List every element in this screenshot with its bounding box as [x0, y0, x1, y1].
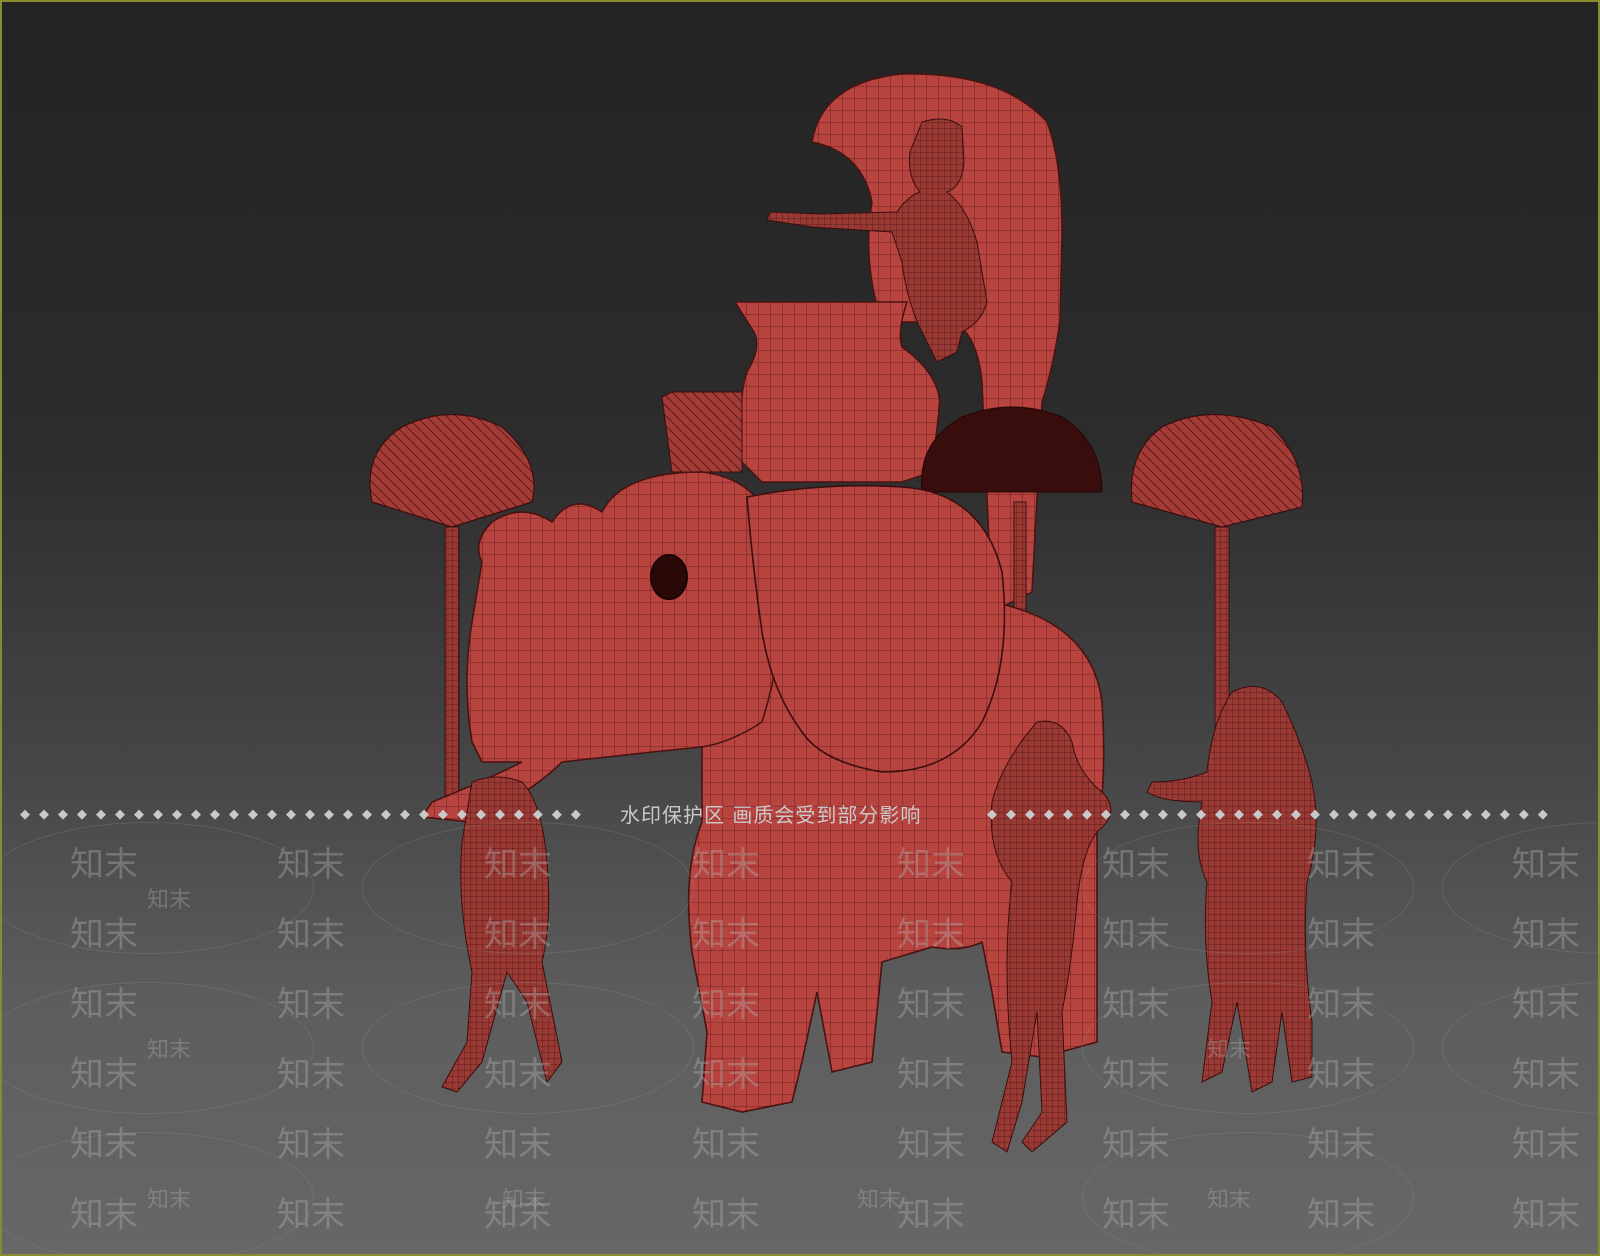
- watermark-brand-tile: 知末: [484, 985, 552, 1025]
- watermark-brand-tile: 知末: [1102, 1125, 1170, 1165]
- watermark-brand-small: 知末: [502, 1188, 547, 1213]
- watermark-brand-tile: 知末: [277, 985, 345, 1025]
- watermark-brand-tile: 知末: [277, 845, 345, 885]
- watermark-brand-tile: 知末: [1307, 1055, 1375, 1095]
- watermark-brand-tile: 知末: [70, 1055, 138, 1095]
- watermark-brand-small: 知末: [147, 1188, 192, 1213]
- watermark-brand-tile: 知末: [1512, 915, 1580, 955]
- vase-howdah: [733, 301, 941, 483]
- watermark-brand-tile: 知末: [692, 1055, 760, 1095]
- watermark-brand-tile: 知末: [484, 1125, 552, 1165]
- watermark-brand-tile: 知末: [897, 985, 965, 1025]
- watermark-brand-tile: 知末: [1102, 1195, 1170, 1235]
- watermark-brand-tile: 知末: [70, 1195, 138, 1235]
- watermark-brand-tile: 知末: [692, 1195, 760, 1235]
- watermark-brand-tile: 知末: [897, 845, 965, 885]
- watermark-brand-tile: 知末: [1307, 1195, 1375, 1235]
- 3d-viewport[interactable]: ◆◆◆◆◆◆◆◆◆◆◆◆◆◆◆◆◆◆◆◆◆◆◆◆◆◆◆◆◆◆ ◆◆◆◆◆◆◆◆◆…: [0, 0, 1600, 1256]
- watermark-dots-left: ◆◆◆◆◆◆◆◆◆◆◆◆◆◆◆◆◆◆◆◆◆◆◆◆◆◆◆◆◆◆: [20, 807, 590, 822]
- watermark-brand-small: 知末: [147, 888, 192, 913]
- watermark-brand-tile: 知末: [70, 1125, 138, 1165]
- watermark-brand-tile: 知末: [277, 1195, 345, 1235]
- watermark-brand-tile: 知末: [692, 1125, 760, 1165]
- watermark-brand-small: 知末: [857, 1188, 902, 1213]
- watermark-brand-tile: 知末: [1102, 845, 1170, 885]
- watermark-brand-tile: 知末: [484, 845, 552, 885]
- watermark-brand-tile: 知末: [484, 1055, 552, 1095]
- watermark-brand-small: 知末: [1207, 1038, 1252, 1063]
- watermark-brand-tile: 知末: [1512, 985, 1580, 1025]
- watermark-notice: 水印保护区 画质会受到部分影响: [620, 803, 922, 827]
- watermark-brand-tile: 知末: [1102, 915, 1170, 955]
- watermark-brand-tile: 知末: [897, 1125, 965, 1165]
- watermark-brand-tile: 知末: [692, 845, 760, 885]
- watermark-brand-tile: 知末: [277, 1055, 345, 1095]
- watermark-brand-tile: 知末: [1512, 1055, 1580, 1095]
- watermark-brand-tile: 知末: [1307, 985, 1375, 1025]
- watermark-brand-tile: 知末: [484, 915, 552, 955]
- watermark-brand-tile: 知末: [692, 985, 760, 1025]
- watermark-brand-tile: 知末: [897, 1055, 965, 1095]
- watermark-brand-tile: 知末: [1307, 915, 1375, 955]
- watermark-brand-tile: 知末: [1512, 1195, 1580, 1235]
- watermark-brand-tile: 知末: [1307, 845, 1375, 885]
- watermark-brand-tile: 知末: [692, 915, 760, 955]
- watermark-brand-small: 知末: [147, 1038, 192, 1063]
- crown-feathers: [661, 391, 743, 473]
- watermark-brand-tile: 知末: [1512, 845, 1580, 885]
- watermark-brand-small: 知末: [1207, 1188, 1252, 1213]
- watermark-brand-tile: 知末: [897, 915, 965, 955]
- watermark-brand-tile: 知末: [897, 1195, 965, 1235]
- watermark-brand-tile: 知末: [1307, 1125, 1375, 1165]
- watermark-brand-tile: 知末: [1102, 985, 1170, 1025]
- watermark-brand-tile: 知末: [277, 915, 345, 955]
- watermark-brand-tile: 知末: [70, 845, 138, 885]
- watermark-brand-tile: 知末: [1102, 1055, 1170, 1095]
- watermark-brand-tile: 知末: [277, 1125, 345, 1165]
- watermark-brand-tile: 知末: [70, 985, 138, 1025]
- watermark-brand-tile: 知末: [70, 915, 138, 955]
- watermark-brand-tile: 知末: [1512, 1125, 1580, 1165]
- watermark-dots-right: ◆◆◆◆◆◆◆◆◆◆◆◆◆◆◆◆◆◆◆◆◆◆◆◆◆◆◆◆◆◆: [987, 807, 1557, 822]
